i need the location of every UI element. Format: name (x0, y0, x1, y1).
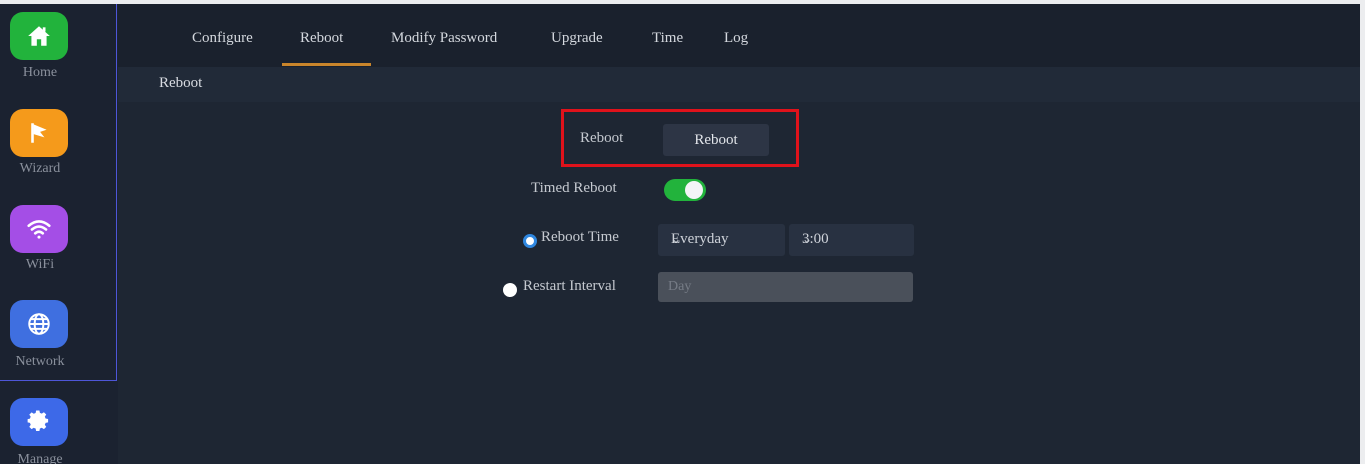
sidebar-item-label: Network (15, 354, 65, 369)
sidebar-item-label: Manage (17, 452, 63, 464)
active-tab-indicator (282, 63, 371, 66)
sidebar-item-wifi[interactable]: WiFi (0, 196, 116, 292)
wifi-icon (10, 205, 68, 253)
tab-time[interactable]: Time (652, 30, 683, 47)
sidebar-item-network[interactable]: Network (0, 292, 116, 388)
sidebar: Home Wizard WiFi Network Manage (0, 4, 118, 464)
chevron-down-icon: ⌄ (671, 232, 682, 246)
restart-interval-input[interactable] (658, 272, 913, 302)
restart-interval-label: Restart Interval (523, 278, 616, 294)
sidebar-item-manage[interactable]: Manage (0, 388, 116, 464)
section-title: Reboot (159, 75, 203, 91)
timed-reboot-label: Timed Reboot (531, 180, 617, 196)
sidebar-item-label: Wizard (19, 161, 61, 176)
tab-modify-password[interactable]: Modify Password (391, 30, 497, 47)
chevron-down-icon: ⌄ (802, 232, 813, 246)
home-icon (10, 12, 68, 60)
section-header: Reboot (118, 67, 1360, 102)
restart-interval-radio[interactable] (503, 283, 517, 297)
globe-icon (10, 300, 68, 348)
tab-upgrade[interactable]: Upgrade (551, 30, 603, 47)
reboot-time-label: Reboot Time (541, 229, 619, 245)
sidebar-item-wizard[interactable]: Wizard (0, 100, 116, 196)
gear-icon (10, 398, 68, 446)
tab-bar: Configure Reboot Modify Password Upgrade… (118, 4, 1360, 67)
sidebar-item-home[interactable]: Home (0, 4, 116, 100)
day-select[interactable]: Everyday ⌄ (658, 224, 785, 256)
sidebar-item-label: Home (22, 65, 58, 80)
highlight-annotation (561, 109, 799, 167)
timed-reboot-toggle[interactable] (664, 179, 706, 201)
reboot-time-radio[interactable] (523, 234, 537, 248)
flag-icon (10, 109, 68, 157)
tab-log[interactable]: Log (724, 30, 748, 47)
app-window: Home Wizard WiFi Network Manage Configur… (0, 0, 1365, 464)
tab-reboot[interactable]: Reboot (300, 30, 343, 47)
tab-configure[interactable]: Configure (192, 30, 253, 47)
main-panel: Configure Reboot Modify Password Upgrade… (118, 4, 1360, 464)
sidebar-item-label: WiFi (25, 257, 55, 272)
time-select[interactable]: 3:00 ⌄ (789, 224, 914, 256)
toggle-knob (685, 181, 703, 199)
